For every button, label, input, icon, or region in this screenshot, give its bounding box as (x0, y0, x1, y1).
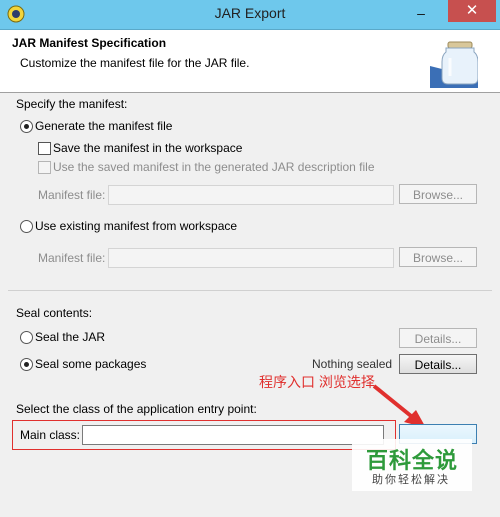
seal-packages-details-button[interactable]: Details... (399, 354, 477, 374)
seal-some-packages-label[interactable]: Seal some packages (35, 357, 146, 371)
entry-section-label: Select the class of the application entr… (16, 402, 257, 416)
save-manifest-label[interactable]: Save the manifest in the workspace (53, 141, 242, 155)
close-button[interactable]: ✕ (448, 0, 496, 22)
seal-status-text: Nothing sealed (312, 357, 393, 371)
seal-some-packages-radio[interactable] (20, 358, 33, 371)
existing-manifest-file-input[interactable] (108, 248, 394, 268)
seal-section-label: Seal contents: (16, 306, 93, 320)
jar-icon (430, 41, 478, 88)
browse-button[interactable]: Browse... (399, 184, 477, 204)
watermark-subtitle: 助你轻松解决 (372, 474, 450, 486)
manifest-file-label: Manifest file: (38, 188, 106, 202)
seal-jar-details-button[interactable]: Details... (399, 328, 477, 348)
main-class-label: Main class: (20, 428, 81, 442)
existing-manifest-file-label: Manifest file: (38, 251, 106, 265)
use-existing-manifest-label[interactable]: Use existing manifest from workspace (35, 219, 237, 233)
main-class-input[interactable] (82, 425, 384, 445)
page-description: Customize the manifest file for the JAR … (20, 56, 250, 70)
minimize-button[interactable]: – (408, 2, 434, 24)
use-saved-manifest-checkbox[interactable] (38, 161, 51, 174)
use-existing-manifest-radio[interactable] (20, 220, 33, 233)
seal-jar-radio[interactable] (20, 331, 33, 344)
seal-jar-label[interactable]: Seal the JAR (35, 330, 105, 344)
title-bar: JAR Export – ✕ (0, 0, 500, 30)
browse-existing-button[interactable]: Browse... (399, 247, 477, 267)
manifest-section-label: Specify the manifest: (16, 97, 128, 111)
page-title: JAR Manifest Specification (12, 36, 167, 50)
manifest-file-input[interactable] (108, 185, 394, 205)
save-manifest-checkbox[interactable] (38, 142, 51, 155)
annotation-text: 程序入口 浏览选择 (259, 374, 375, 390)
generate-manifest-label[interactable]: Generate the manifest file (35, 119, 172, 133)
use-saved-manifest-label: Use the saved manifest in the generated … (53, 160, 375, 174)
generate-manifest-radio[interactable] (20, 120, 33, 133)
watermark: 百科全说 助你轻松解决 (352, 439, 472, 491)
divider (8, 290, 492, 291)
wizard-header: JAR Manifest Specification Customize the… (0, 30, 500, 93)
